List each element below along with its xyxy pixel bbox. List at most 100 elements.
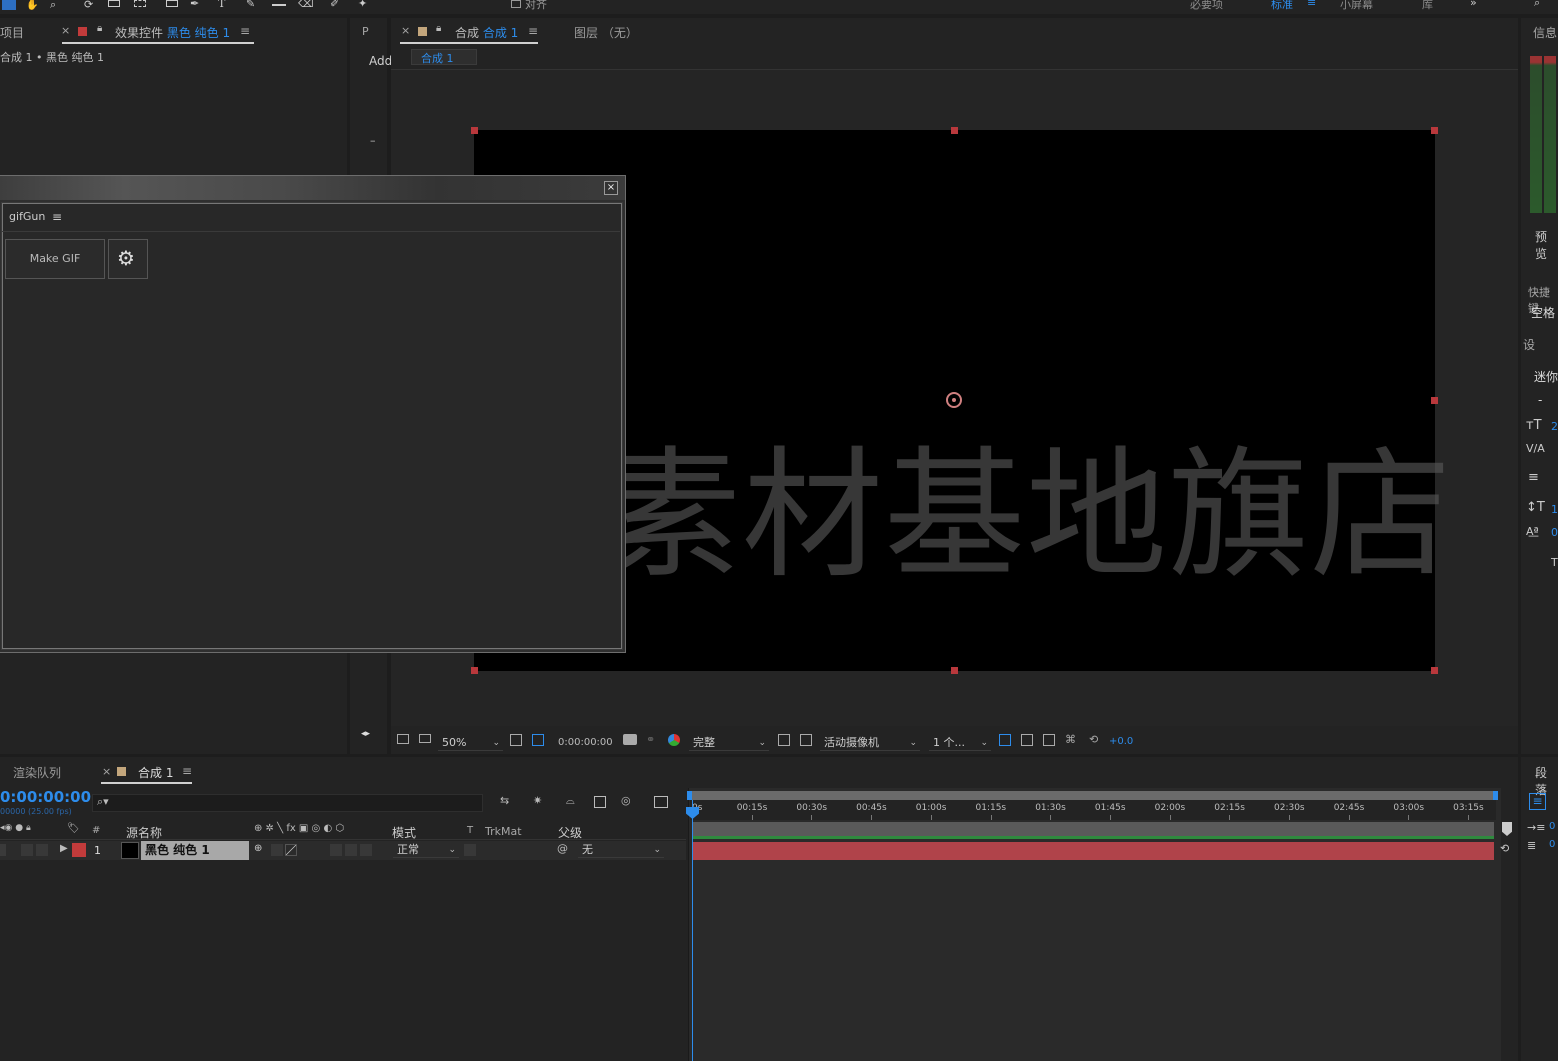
camera-tool-icon[interactable] (108, 0, 120, 7)
timeline-icon[interactable] (1043, 734, 1055, 746)
comp-view-tab[interactable]: 合成 1 (411, 49, 477, 65)
graph-editor-icon[interactable] (654, 796, 668, 808)
eye-icon[interactable] (0, 844, 6, 856)
close-icon[interactable]: × (61, 24, 70, 37)
exposure-value[interactable]: +0.0 (1109, 736, 1133, 747)
indent-left-value[interactable]: 0 (1549, 821, 1555, 832)
close-icon[interactable]: × (102, 765, 111, 778)
blend-mode-dropdown[interactable]: 正常 ⌄ (393, 842, 459, 858)
motion-blur-icon[interactable]: ◎ (621, 794, 631, 807)
mid-panel-add[interactable]: Add (369, 54, 392, 68)
shy-icon[interactable]: ⌓ (566, 794, 575, 808)
toggle-pixel-icon[interactable] (999, 734, 1011, 746)
gifgun-titlebar[interactable] (0, 176, 625, 200)
hand-tool-icon[interactable]: ✋ (26, 0, 38, 11)
search-help-icon[interactable]: ⌕ (1534, 0, 1540, 10)
baseline-value[interactable]: 0 (1551, 526, 1558, 539)
layer-bar[interactable] (692, 842, 1494, 860)
audio-toggle[interactable] (21, 844, 33, 856)
shape-tool-icon[interactable] (166, 0, 178, 7)
table-row[interactable]: ▶ 1 黑色 纯色 1 ⊕ 正常 ⌄ @ 无 ⌄ (0, 841, 686, 860)
panel-menu-icon[interactable]: ≡ (52, 210, 62, 224)
workspace-menu-icon[interactable]: ≡ (1307, 0, 1316, 9)
collapse-switch[interactable] (271, 844, 283, 856)
draft-3d-icon[interactable]: ✷ (533, 794, 542, 807)
zoom-dropdown[interactable]: 50% ⌄ (438, 735, 503, 751)
show-snapshot-icon[interactable]: ⚭ (646, 733, 655, 746)
frame-blending-icon[interactable] (594, 796, 606, 808)
composition-tab[interactable]: 合成 合成 1 (455, 24, 518, 41)
always-preview-icon[interactable] (397, 734, 409, 744)
clone-tool-icon[interactable] (272, 0, 286, 6)
quality-switch-icon[interactable] (285, 844, 297, 856)
camera-dropdown[interactable]: 活动摄像机 ⌄ (820, 735, 920, 751)
safe-zones-icon[interactable] (510, 734, 522, 746)
reset-exposure-icon[interactable] (1021, 734, 1033, 746)
transparency-grid-icon[interactable] (800, 734, 812, 746)
layer-tab[interactable]: 图层 （无） (574, 24, 638, 41)
effects-switch[interactable] (330, 844, 342, 856)
mini-dropdown[interactable]: 迷你 (1534, 368, 1558, 385)
panel-menu-icon[interactable]: ≡ (182, 764, 192, 778)
font-size-value[interactable]: 2 (1551, 420, 1558, 433)
workspace-essentials[interactable]: 必要项 (1190, 0, 1223, 12)
workspace-library[interactable]: 库 (1422, 0, 1433, 12)
handle-top-mid[interactable] (951, 127, 958, 134)
workspace-overflow-icon[interactable]: » (1470, 0, 1477, 9)
workspace-standard[interactable]: 标准 (1271, 0, 1293, 12)
work-area-end-handle[interactable] (1493, 791, 1498, 800)
align-checkbox[interactable] (511, 0, 521, 8)
handle-top-left[interactable] (471, 127, 478, 134)
panel-resize-icon[interactable]: ◂▸ (361, 729, 370, 739)
align-left-icon[interactable]: ≡ (1529, 793, 1546, 810)
3d-layer-switch[interactable] (360, 844, 372, 856)
selection-tool-icon[interactable] (2, 0, 16, 10)
project-tab[interactable]: 项目 (0, 24, 24, 41)
style-dropdown[interactable]: - (1538, 393, 1542, 407)
motion-blur-switch[interactable] (345, 844, 357, 856)
zoom-tool-icon[interactable]: ⌕ (50, 0, 56, 12)
close-icon[interactable]: × (401, 24, 410, 37)
views-dropdown[interactable]: 1 个... ⌄ (929, 735, 991, 751)
playhead-line[interactable] (692, 800, 693, 1061)
handle-bottom-left[interactable] (471, 667, 478, 674)
monitor-icon[interactable] (419, 734, 431, 743)
layer-search-input[interactable]: ⌕▾ (92, 794, 483, 812)
column-source-name[interactable]: 源名称 (126, 824, 162, 841)
current-time-display[interactable]: 0:00:00:00 (558, 737, 613, 748)
snapshot-icon[interactable] (623, 734, 637, 745)
flowchart-icon[interactable]: ⌘ (1065, 733, 1076, 746)
expand-triangle-icon[interactable]: ▶ (60, 843, 68, 854)
roto-tool-icon[interactable]: ✐ (330, 0, 339, 10)
exposure-icon[interactable]: ⟲ (1089, 733, 1098, 746)
column-parent[interactable]: 父级 (558, 824, 582, 841)
puppet-tool-icon[interactable]: ✦ (358, 0, 367, 10)
workspace-small-screen[interactable]: 小屏幕 (1340, 0, 1373, 12)
type-tool-icon[interactable]: T (218, 0, 225, 10)
make-gif-button[interactable]: Make GIF (5, 239, 105, 279)
panel-menu-icon[interactable]: ≡ (240, 24, 250, 38)
info-tab[interactable]: 信息 (1533, 24, 1557, 41)
work-area-bar[interactable] (690, 791, 1496, 800)
leading-value[interactable]: 1 (1551, 503, 1558, 516)
render-queue-tab[interactable]: 渲染队列 (13, 764, 61, 781)
preview-tab[interactable]: 预览 (1535, 228, 1558, 262)
column-trkmat[interactable]: TrkMat (485, 825, 522, 838)
pan-behind-icon[interactable] (134, 0, 146, 7)
handle-bottom-right[interactable] (1431, 667, 1438, 674)
timeline-timecode[interactable]: 0:00:00:00 (0, 788, 91, 806)
panel-menu-icon[interactable]: ≡ (528, 24, 538, 38)
shortcut-dropdown[interactable]: 空格 (1531, 304, 1555, 321)
mask-visibility-icon[interactable] (532, 734, 544, 746)
parent-dropdown[interactable]: 无 ⌄ (578, 842, 664, 858)
preserve-transparency-toggle[interactable] (464, 844, 476, 856)
mid-panel-tab[interactable]: P (362, 25, 369, 38)
layer-name[interactable]: 黑色 纯色 1 (141, 841, 249, 860)
space-before-value[interactable]: 0 (1549, 839, 1555, 850)
resolution-dropdown[interactable]: 完整 ⌄ (689, 735, 769, 751)
solo-toggle[interactable] (36, 844, 48, 856)
column-mode[interactable]: 模式 (392, 824, 416, 841)
handle-mid-right[interactable] (1431, 397, 1438, 404)
pen-tool-icon[interactable]: ✒ (190, 0, 199, 10)
region-of-interest-icon[interactable] (778, 734, 790, 746)
